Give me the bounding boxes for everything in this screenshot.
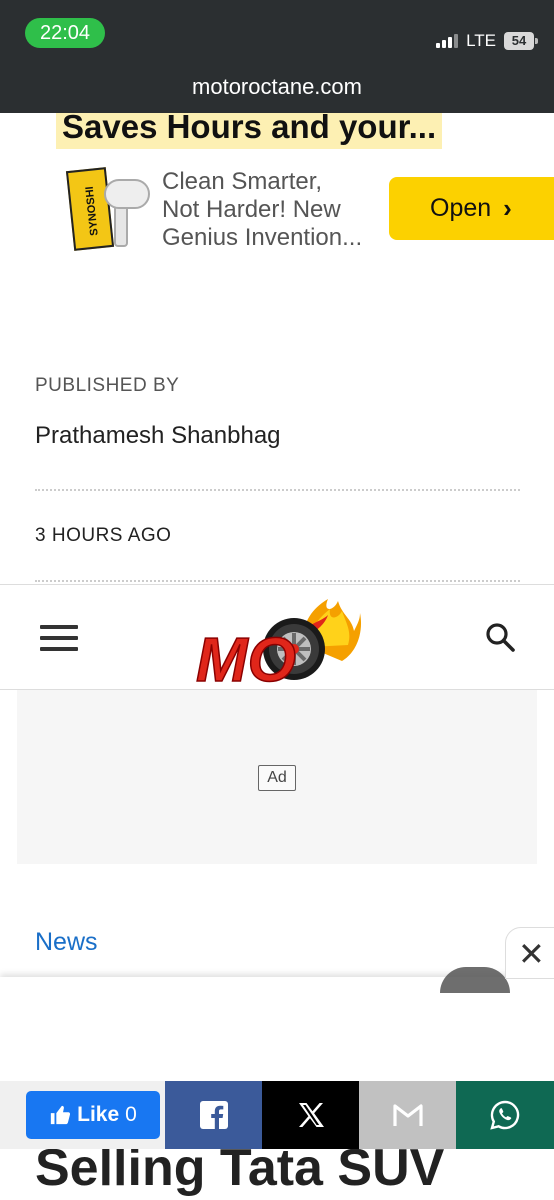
divider [35,489,520,491]
brush-head [104,179,150,209]
ad-open-button[interactable]: Open › [389,177,554,240]
ad-text-line: Not Harder! New [162,196,341,223]
ad-text-line: Clean Smarter, [162,168,323,195]
motoroctane-logo[interactable]: MO [192,593,362,693]
x-share-button[interactable] [262,1081,359,1149]
share-bar: Like 0 [0,1081,554,1149]
ad-slot[interactable]: Ad [17,690,537,864]
facebook-share-button[interactable] [165,1081,262,1149]
sticky-ad[interactable] [0,967,554,1085]
battery-icon: 54 [504,32,538,50]
close-icon: ✕ [518,936,545,972]
sticky-ad-graphic [440,967,510,993]
facebook-icon [199,1101,228,1129]
search-icon[interactable] [484,621,516,653]
gmail-share-button[interactable] [359,1081,456,1149]
chevron-right-icon: › [503,193,512,223]
x-icon [298,1103,324,1127]
ad-banner[interactable]: Saves Hours and your... SYNOSHI Clean Sm… [0,113,554,263]
status-indicators: LTE 54 [436,30,538,52]
page: 22:04 LTE 54 motoroctane.com Saves Hours… [0,0,554,1200]
hamburger-icon[interactable] [40,625,78,651]
product-box: SYNOSHI [65,167,115,251]
status-time: 22:04 [25,18,105,48]
category-link[interactable]: News [35,928,98,957]
whatsapp-icon [490,1100,520,1130]
whatsapp-share-button[interactable] [456,1081,554,1149]
open-label: Open [430,194,492,222]
divider [35,580,520,582]
ad-tag: Ad [258,765,296,791]
brush-handle [114,205,128,247]
publish-time: 3 HOURS AGO [35,525,172,546]
published-by-label: PUBLISHED BY [35,375,180,396]
browser-topbar: 22:04 LTE 54 motoroctane.com [0,0,554,113]
like-container: Like 0 [0,1081,165,1149]
thumbs-up-icon [50,1105,71,1125]
ad-description[interactable]: Clean Smarter, Not Harder! New Genius In… [162,168,387,252]
logo-text: MO [196,626,296,693]
address-bar[interactable]: motoroctane.com [0,74,554,100]
signal-icon [436,34,459,48]
network-type: LTE [466,31,496,50]
close-ad-button[interactable]: ✕ [505,927,554,979]
facebook-like-button[interactable]: Like 0 [26,1091,160,1139]
ad-text-line: Genius Invention... [162,224,363,251]
site-header: MO [0,584,554,693]
like-count: 0 [125,1103,137,1126]
product-image[interactable]: SYNOSHI [64,167,150,253]
like-label: Like [77,1103,120,1126]
author-name[interactable]: Prathamesh Shanbhag [35,422,281,450]
ad-headline[interactable]: Saves Hours and your... [56,113,443,149]
gmail-icon [392,1104,423,1126]
